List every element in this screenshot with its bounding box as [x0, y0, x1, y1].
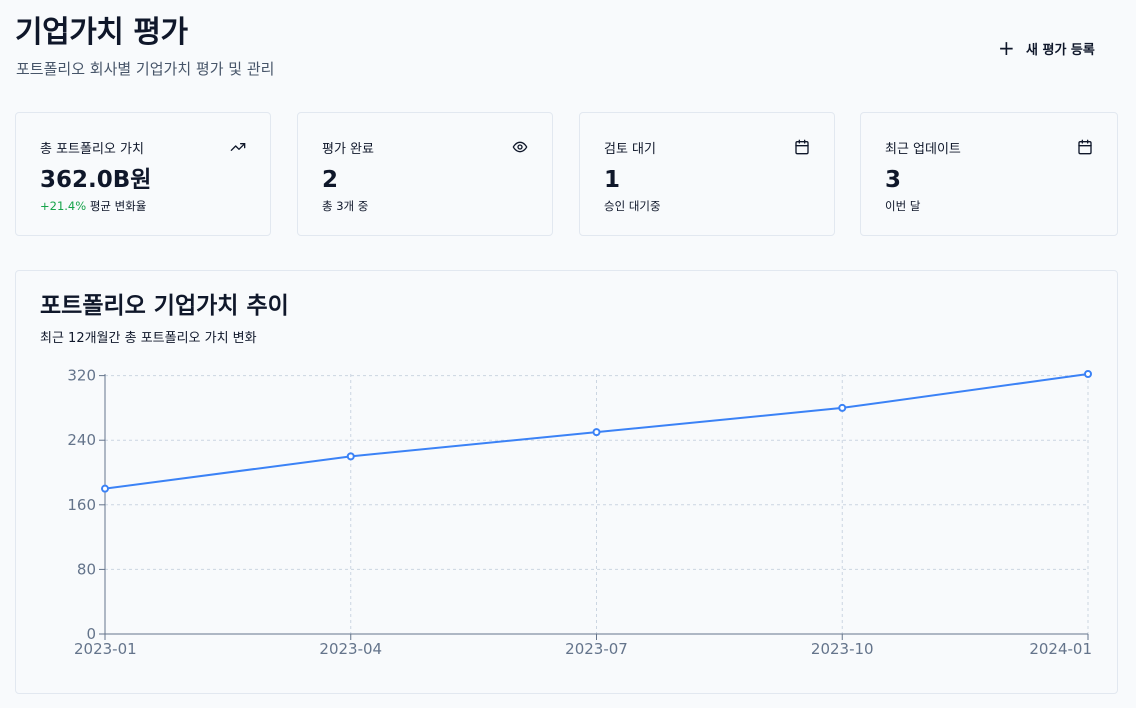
stat-card-value: 3 [885, 167, 902, 193]
x-tick-label: 2023-07 [565, 640, 628, 658]
stat-card-label: 총 포트폴리오 가치 [40, 142, 144, 157]
data-point [592, 428, 601, 437]
stat-card-recent-updates: 최근 업데이트 3 이번 달 [860, 112, 1118, 236]
new-valuation-button-label: 새 평가 등록 [1026, 42, 1095, 58]
stat-card-change: +21.4% [40, 199, 87, 213]
y-tick-label: 80 [77, 560, 96, 578]
stat-card-label: 검토 대기 [604, 142, 656, 157]
stat-card-completed: 평가 완료 2 총 3개 중 [297, 112, 553, 236]
calendar-icon [1078, 139, 1092, 155]
stat-card-total-value: 총 포트폴리오 가치 362.0B원 +21.4% 평균 변화율 [15, 112, 271, 236]
x-tick-label: 2023-01 [74, 640, 137, 658]
y-tick-label: 160 [67, 496, 96, 514]
stat-card-note: 이번 달 [885, 199, 921, 213]
stat-card-note: 승인 대기중 [604, 199, 661, 213]
stat-card-label: 평가 완료 [322, 142, 374, 157]
x-tick-label: 2024-01 [1029, 640, 1092, 658]
stat-card-note-text: 평균 변화율 [89, 199, 147, 213]
page: 기업가치 평가 포트폴리오 회사별 기업가치 평가 및 관리 + 새 평가 등록… [0, 0, 1136, 708]
x-tick-label: 2023-04 [319, 640, 382, 658]
y-tick-label: 320 [67, 367, 96, 385]
valuation-line-chart: 0801602403202023-01 2023-04 2023-07 2023-10… [67, 367, 1092, 658]
new-valuation-button[interactable]: + 새 평가 등록 [986, 32, 1107, 64]
stat-card-value: 362.0B원 [40, 167, 152, 193]
data-point [838, 403, 847, 412]
data-point [1084, 370, 1092, 378]
stat-card-pending-review: 검토 대기 1 승인 대기중 [579, 112, 835, 236]
y-tick-label: 240 [67, 431, 96, 449]
stat-card-value: 1 [604, 167, 621, 193]
stat-card-note: +21.4% 평균 변화율 [40, 198, 146, 214]
plus-icon: + [998, 36, 1015, 60]
eye-icon [512, 141, 528, 153]
stat-card-label: 최근 업데이트 [885, 142, 961, 157]
calendar-icon [795, 139, 809, 155]
data-point [101, 484, 109, 493]
data-point [346, 452, 355, 461]
stat-card-value: 2 [322, 167, 339, 193]
trending-up-icon [230, 143, 246, 151]
page-subtitle: 포트폴리오 회사별 기업가치 평가 및 관리 [16, 60, 275, 78]
page-title: 기업가치 평가 [15, 15, 188, 50]
x-tick-label: 2023-10 [811, 640, 874, 658]
stat-card-note: 총 3개 중 [322, 199, 369, 213]
valuation-trend-chart-card: 포트폴리오 기업가치 추이 최근 12개월간 총 포트폴리오 가치 변화 0 80… [15, 270, 1118, 694]
